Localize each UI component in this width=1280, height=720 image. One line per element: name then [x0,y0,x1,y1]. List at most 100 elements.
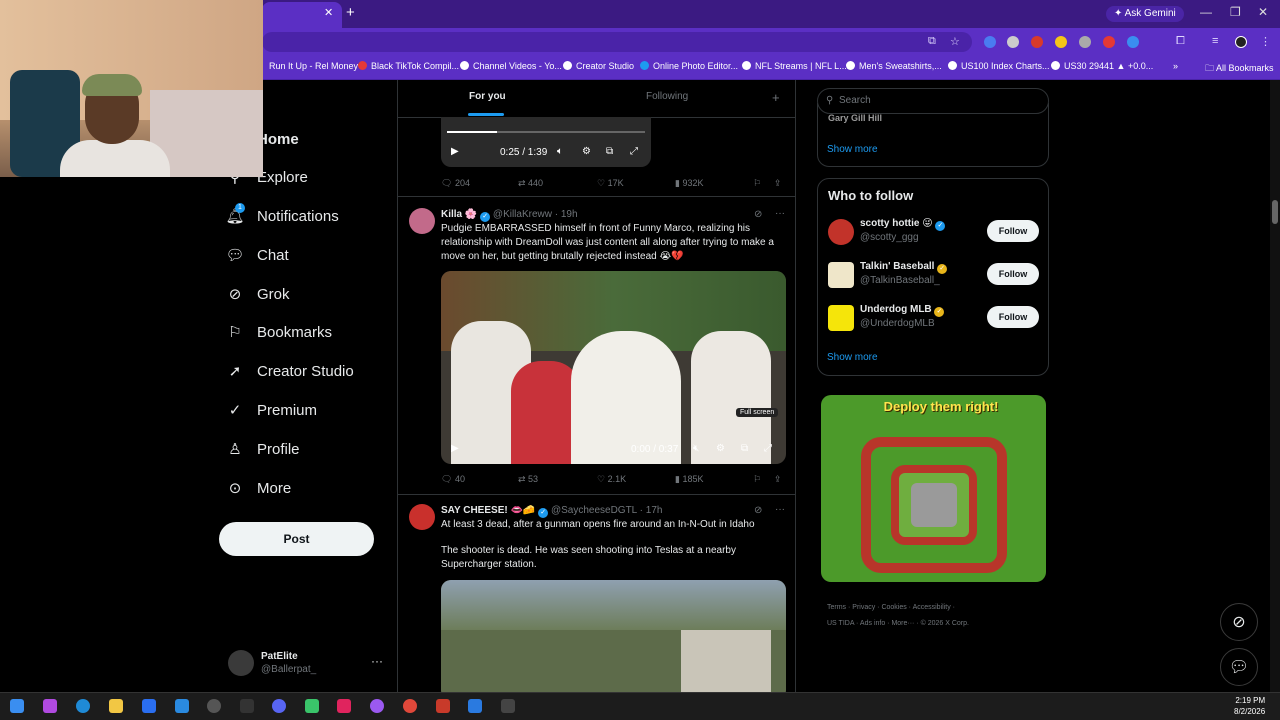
volume-mute-icon[interactable]: 🔇︎ [693,443,699,454]
epic-games-icon[interactable] [240,699,254,713]
trend-item[interactable]: Gary Gill Hill [828,113,882,123]
nav-premium[interactable]: ✓ Premium [226,398,317,422]
tab-for-you[interactable]: For you [469,91,506,102]
volume-icon[interactable]: 🔈︎ [557,146,563,157]
edge-icon[interactable] [76,699,90,713]
follow-button[interactable]: Follow [987,220,1039,242]
new-tab-icon[interactable]: + [346,4,355,21]
nav-notifications[interactable]: 🔔︎ 1 Notifications [225,203,339,228]
bookmark-icon[interactable]: ⚐ [753,178,761,189]
scrollbar[interactable] [1270,80,1280,692]
bookmark-item[interactable]: US100 Index Charts... [948,61,1050,71]
pip-icon[interactable]: ⧉ [741,443,748,454]
grok-icon[interactable]: ⊘ [754,209,762,220]
bookmark-item[interactable]: Online Photo Editor... [640,61,738,71]
bookmark-item[interactable]: US30 29441 ▲ +0.0... [1051,61,1153,71]
tweet-time[interactable]: · 19h [555,209,578,220]
bookmark-item[interactable]: Channel Videos - Yo... [460,61,562,71]
windows-start-icon[interactable] [10,699,24,713]
extension-icon[interactable] [1127,36,1139,48]
settings-icon[interactable]: ⚙ [582,146,591,157]
app-icon[interactable] [436,699,450,713]
close-tab-icon[interactable]: ✕ [324,6,333,19]
repost-button[interactable]: ⇄ 53 [518,474,538,485]
author-handle[interactable]: @KillaKreww [493,209,552,220]
media-icon[interactable]: ≡ [1212,35,1218,47]
tweet-time[interactable]: · 17h [640,505,663,516]
repost-button[interactable]: ⇄ 440 [518,178,543,189]
extensions-puzzle-icon[interactable]: ⧠ [1176,35,1185,48]
bookmark-icon[interactable]: ⚐ [753,474,761,485]
share-icon[interactable]: ⇪ [774,178,782,189]
bookmark-item[interactable]: NFL Streams | NFL L... [742,61,847,71]
system-clock[interactable]: 2:19 PM 8/2/2026 [1234,695,1265,717]
steam-icon[interactable] [207,699,221,713]
avatar[interactable] [409,504,435,530]
author-handle[interactable]: @SaycheeseDGTL [551,505,637,516]
nav-chat[interactable]: 💬︎ Chat [225,243,288,267]
reply-button[interactable]: 🗨︎ 204 [441,178,470,189]
views-count[interactable]: ▮ 932K [675,178,703,189]
copilot-icon[interactable] [43,699,57,713]
app-icon[interactable] [468,699,482,713]
follow-suggestion[interactable]: Underdog MLB ✓ @UnderdogMLB Follow [828,304,1043,334]
show-more-link[interactable]: Show more [827,144,878,155]
avatar[interactable] [409,208,435,234]
footer-links[interactable]: US TIDA · Ads info · More··· · © 2026 X … [827,620,969,627]
store-icon[interactable] [142,699,156,713]
tab-following[interactable]: Following [646,91,688,102]
follow-button[interactable]: Follow [987,263,1039,285]
author-name[interactable]: Killa 🌸 [441,209,477,220]
grok-icon[interactable]: ⊘ [754,505,762,516]
author-name[interactable]: SAY CHEESE! 👄🧀 [441,505,535,516]
install-icon[interactable]: ⧉ [928,35,936,48]
all-bookmarks[interactable]: 🗀 All Bookmarks [1205,61,1274,77]
fullscreen-icon[interactable]: ⤢ [764,443,772,454]
grok-float-button[interactable]: ⊘ [1220,603,1258,641]
extension-icon[interactable] [1031,36,1043,48]
nav-more[interactable]: ⊙ More [226,476,291,500]
share-icon[interactable]: ⇪ [774,474,782,485]
extension-icon[interactable] [984,36,996,48]
like-button[interactable]: ♡ 2.1K [597,474,626,485]
follow-button[interactable]: Follow [987,306,1039,328]
nav-grok[interactable]: ⊘ Grok [226,282,290,306]
bookmark-item[interactable]: Creator Studio [563,61,634,71]
extension-icon[interactable] [1103,36,1115,48]
mail-icon[interactable] [175,699,189,713]
game-ad[interactable]: Deploy them right! [821,395,1046,582]
bookmark-item[interactable]: Black TikTok Compil... [358,61,459,71]
video-progress-track[interactable] [447,131,645,133]
chrome-icon[interactable] [403,699,417,713]
app-icon[interactable] [305,699,319,713]
video-player[interactable]: Full screen ▶ 0:00 / 0:37 🔇︎ ⚙ ⧉ ⤢ [441,271,786,464]
show-more-link[interactable]: Show more [827,352,878,363]
file-explorer-icon[interactable] [109,699,123,713]
follow-suggestion[interactable]: scotty hottie 😜 ✓ @scotty_ggg Follow [828,218,1043,248]
window-close-icon[interactable]: ✕ [1258,5,1268,19]
ask-gemini-button[interactable]: ✦ Ask Gemini [1106,6,1184,22]
browser-menu-icon[interactable]: ⋮ [1260,35,1271,48]
tiktok-icon[interactable] [337,699,351,713]
reply-button[interactable]: 🗨︎ 40 [441,474,465,485]
maximize-icon[interactable]: ❐ [1230,5,1241,19]
discord-icon[interactable] [272,699,286,713]
settings-icon[interactable]: ⚙ [716,443,725,454]
scrollbar-thumb[interactable] [1272,200,1278,224]
footer-links[interactable]: Terms · Privacy · Cookies · Accessibilit… [827,604,955,611]
profile-avatar-icon[interactable] [1235,36,1247,48]
play-icon[interactable]: ▶ [451,443,459,454]
post-button[interactable]: Post [219,522,374,556]
extension-icon[interactable] [1007,36,1019,48]
bookmarks-overflow-icon[interactable]: » [1173,61,1178,71]
nav-creator-studio[interactable]: ➚ Creator Studio [226,359,354,383]
views-count[interactable]: ▮ 185K [675,474,703,485]
address-input[interactable] [262,32,972,52]
more-icon[interactable]: ··· [775,504,785,515]
pip-icon[interactable]: ⧉ [606,146,613,157]
like-button[interactable]: ♡ 17K [597,178,624,189]
extension-icon[interactable] [1055,36,1067,48]
fullscreen-icon[interactable]: ⤢ [630,146,638,157]
play-icon[interactable]: ▶ [451,146,459,157]
nav-bookmarks[interactable]: ⚐ Bookmarks [226,320,332,344]
